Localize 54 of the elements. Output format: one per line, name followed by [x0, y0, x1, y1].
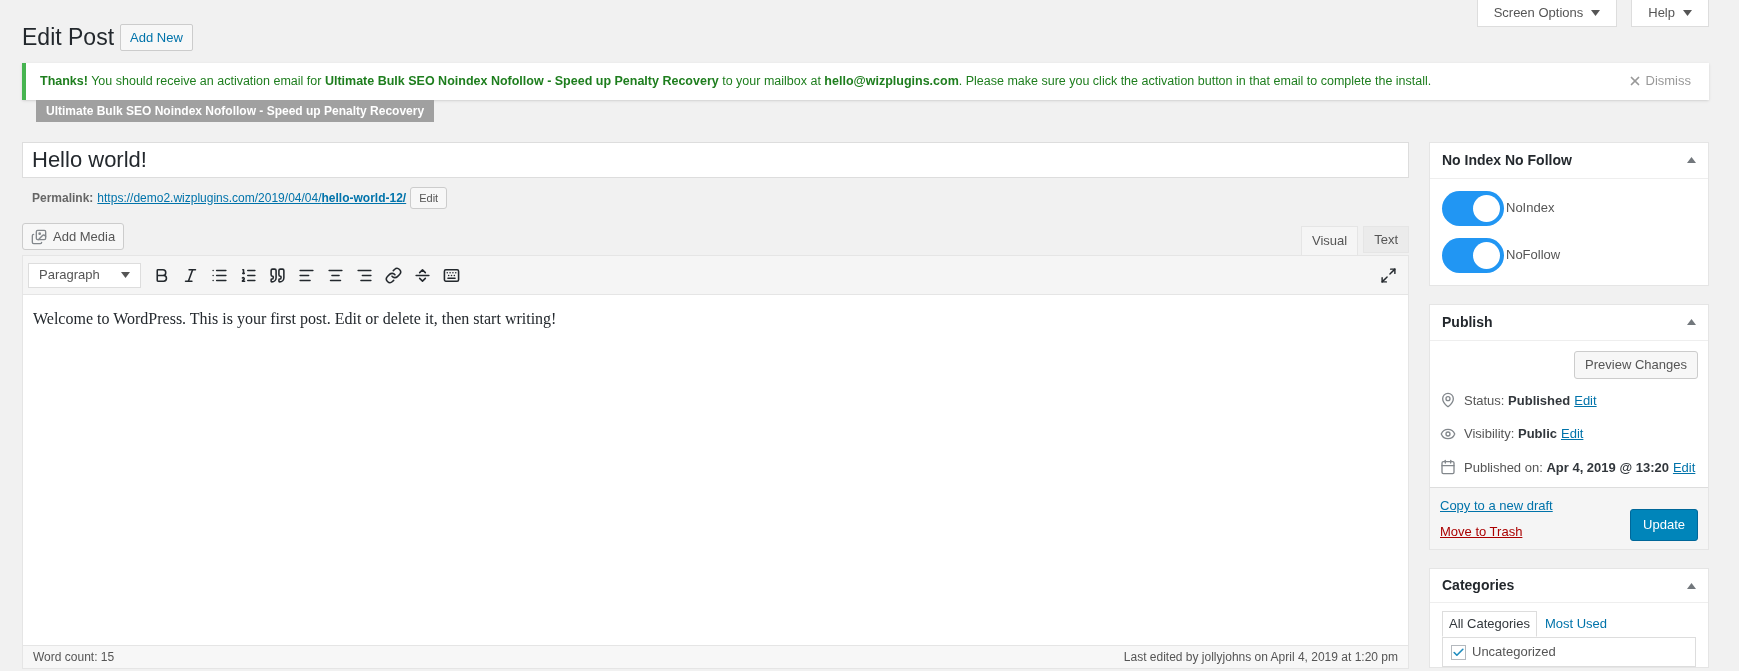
caret-icon: [121, 272, 130, 278]
update-button[interactable]: Update: [1630, 509, 1698, 541]
category-tab[interactable]: All Categories: [1442, 611, 1537, 637]
category-label: Uncategorized: [1472, 644, 1556, 660]
edit-link[interactable]: Edit: [1672, 457, 1696, 477]
edit-link[interactable]: Edit: [1561, 424, 1584, 444]
fullscreen-icon[interactable]: [1380, 266, 1397, 284]
panel-title: Categories: [1442, 576, 1515, 595]
panel-title: No Index No Follow: [1442, 150, 1572, 170]
page-title: Edit Post: [22, 23, 115, 52]
numbered-list-icon[interactable]: [240, 266, 257, 284]
add-media-button[interactable]: Add Media: [22, 223, 125, 250]
category-checkbox[interactable]: [1451, 644, 1466, 660]
trash-link[interactable]: Move to Trash: [1440, 521, 1553, 541]
panel-title: Publish: [1442, 312, 1493, 332]
italic-icon[interactable]: [182, 266, 199, 284]
preview-changes-button[interactable]: Preview Changes: [1574, 350, 1698, 379]
format-dropdown[interactable]: Paragraph: [28, 262, 141, 288]
collapse-arrow-icon[interactable]: [1687, 157, 1696, 163]
last-edited-text: Last edited by jollyjohns on April 4, 2019 at 1:20 pm: [1123, 649, 1398, 666]
copy-draft-link[interactable]: Copy to a new draft: [1440, 496, 1553, 516]
permalink-edit-button[interactable]: Edit: [410, 186, 448, 209]
header-tab-button[interactable]: Screen Options: [1476, 0, 1618, 27]
add-new-button[interactable]: Add New: [120, 23, 193, 51]
plugin-tag: Ultimate Bulk SEO Noindex Nofollow - Speed up Penalty Recovery: [36, 99, 435, 122]
toggle-label: NoFollow: [1506, 246, 1561, 265]
notice-text: Thanks! You should receive an activation email for Ultimate Bulk SEO Noindex Nofollow - Speed up Penalty Recovery to your mailbox at hello@wizplugins.com. Please make sure you click the activation button in that email to complete the install.: [40, 72, 1432, 90]
permalink-link[interactable]: https://demo2.wizplugins.com/2019/04/04/hello-world-12/: [97, 188, 407, 207]
caret-icon: [1683, 10, 1692, 16]
category-tab[interactable]: Most Used: [1536, 611, 1616, 637]
keyboard-icon[interactable]: [443, 266, 460, 284]
word-count: Word count: 15: [33, 649, 115, 666]
toggle-label: NoIndex: [1506, 199, 1555, 218]
editor-tab[interactable]: Visual: [1300, 226, 1359, 255]
pin-icon: [1440, 392, 1456, 409]
calendar-icon: [1440, 459, 1456, 476]
editor-content[interactable]: Welcome to WordPress. This is your first post. Edit or delete it, then start writing!: [22, 295, 1409, 645]
toggle-switch[interactable]: [1442, 190, 1504, 226]
toggle-switch[interactable]: [1442, 237, 1504, 273]
post-title-field[interactable]: Hello world!: [22, 141, 1409, 178]
permalink-label: Permalink:: [32, 189, 94, 207]
link-icon[interactable]: [385, 266, 402, 284]
collapse-arrow-icon[interactable]: [1687, 319, 1696, 325]
bold-icon[interactable]: [153, 266, 170, 284]
header-tab-button[interactable]: Help: [1631, 0, 1709, 27]
quote-icon[interactable]: [269, 266, 286, 284]
publish-info-text: Visibility: Public: [1464, 425, 1557, 443]
collapse-arrow-icon[interactable]: [1687, 582, 1696, 589]
media-icon: [31, 228, 47, 245]
caret-icon: [1591, 10, 1601, 16]
edit-link[interactable]: Edit: [1574, 390, 1597, 410]
publish-info-text: Published on: Apr 4, 2019 @ 13:20: [1464, 458, 1669, 477]
publish-info-text: Status: Published: [1464, 391, 1571, 410]
editor-tab[interactable]: Text: [1363, 226, 1409, 253]
